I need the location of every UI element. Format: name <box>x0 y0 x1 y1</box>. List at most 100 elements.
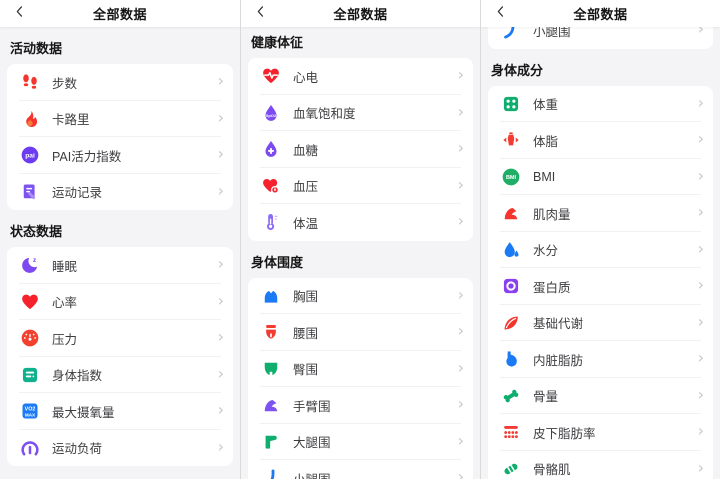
chevron-right-icon: › <box>457 138 464 158</box>
card-status: z 睡眠 › 心率 › 压力 › 身体指数 › VO2 MAX 最大摄氧量 › … <box>7 247 233 466</box>
section-title-body-composition: 身体成分 <box>491 62 544 78</box>
list-item-body-fat[interactable]: 体脂 › <box>488 122 713 159</box>
list-item-bmi[interactable]: BMI BMI › <box>488 159 713 196</box>
chevron-right-icon: › <box>217 71 224 91</box>
list-item-blood-pressure[interactable]: 血压 › <box>248 168 473 205</box>
thigh-icon <box>261 432 281 452</box>
list-item-hip[interactable]: 臀围 › <box>248 351 473 388</box>
svg-text:MAX: MAX <box>25 413 36 418</box>
chevron-right-icon: › <box>697 348 704 368</box>
list-item-glucose[interactable]: 血糖 › <box>248 131 473 168</box>
list-item-pai[interactable]: pai PAI活力指数 › <box>7 137 233 174</box>
back-button[interactable] <box>8 0 30 27</box>
list-item-heart-rate[interactable]: 心率 › <box>7 284 233 321</box>
list-item-spo2[interactable]: SpO2 血氧饱和度 › <box>248 95 473 132</box>
training-load-icon <box>20 438 40 458</box>
list-item-label: 体温 <box>293 216 319 231</box>
screen-body-composition: 全部数据 小腿围 › 身体成分 体重 › 体脂 › BMI BMI › 肌肉量 … <box>480 0 720 479</box>
list-item-label: 手臂围 <box>293 399 331 414</box>
list-item-label: 蛋白质 <box>533 280 571 295</box>
chevron-right-icon: › <box>217 327 224 347</box>
chevron-right-icon: › <box>457 211 464 231</box>
list-item-label: 骨量 <box>533 390 559 405</box>
spo2-drop-icon: SpO2 <box>261 103 281 123</box>
list-item-steps[interactable]: 步数 › <box>7 64 233 101</box>
chevron-right-icon: › <box>697 457 704 477</box>
chevron-right-icon: › <box>457 174 464 194</box>
blood-glucose-icon <box>261 139 281 159</box>
list-item-temperature[interactable]: 体温 › <box>248 204 473 241</box>
list-item-label: 步数 <box>52 76 78 91</box>
list-item-bone-mass[interactable]: 骨量 › <box>488 378 713 415</box>
chevron-right-icon: › <box>457 321 464 341</box>
list-item-arm[interactable]: 手臂围 › <box>248 387 473 424</box>
scroll-content: 健康体征 心电 › SpO2 血氧饱和度 › 血糖 › 血压 › 体温 › 身体… <box>241 32 480 479</box>
list-item-vo2max[interactable]: VO2 MAX 最大摄氧量 › <box>7 393 233 430</box>
steps-icon <box>20 72 40 92</box>
list-item-calories[interactable]: 卡路里 › <box>7 101 233 138</box>
list-item-thigh[interactable]: 大腿围 › <box>248 424 473 461</box>
list-item-label: 肌肉量 <box>533 207 571 222</box>
chevron-left-icon <box>494 5 507 23</box>
body-index-icon <box>20 365 40 385</box>
chevron-right-icon: › <box>217 144 224 164</box>
list-item-stress[interactable]: 压力 › <box>7 320 233 357</box>
list-item-label: 大腿围 <box>293 436 331 451</box>
chevron-right-icon: › <box>457 65 464 85</box>
body-fat-icon <box>501 130 521 150</box>
list-item-workout-record[interactable]: 运动记录 › <box>7 174 233 211</box>
chevron-right-icon: › <box>457 357 464 377</box>
chevron-left-icon <box>254 5 267 23</box>
list-item-sleep[interactable]: z 睡眠 › <box>7 247 233 284</box>
list-item-visceral-fat[interactable]: 内脏脂肪 › <box>488 341 713 378</box>
chevron-right-icon: › <box>697 384 704 404</box>
list-item-label: PAI活力指数 <box>52 149 122 164</box>
app-header: 全部数据 <box>0 0 240 27</box>
page-title: 全部数据 <box>333 7 388 22</box>
list-item-waist[interactable]: 腰围 › <box>248 314 473 351</box>
metabolism-leaf-icon <box>501 313 521 333</box>
chevron-right-icon: › <box>457 467 464 479</box>
app-header: 全部数据 <box>241 0 480 27</box>
heart-rate-icon <box>20 292 40 312</box>
list-item-label: 胸围 <box>293 290 319 305</box>
list-item-ecg[interactable]: 心电 › <box>248 58 473 95</box>
back-button[interactable] <box>249 0 271 27</box>
pai-badge-icon: pai <box>20 145 40 165</box>
muscle-icon <box>501 203 521 223</box>
card-body-composition: 体重 › 体脂 › BMI BMI › 肌肉量 › 水分 › 蛋白质 › 基础代… <box>488 85 713 479</box>
chevron-right-icon: › <box>457 394 464 414</box>
svg-text:BMI: BMI <box>506 175 517 181</box>
list-item-label: 臀围 <box>293 363 319 378</box>
calf-icon <box>261 468 281 479</box>
section-title-status: 状态数据 <box>10 224 63 239</box>
list-item-body-index[interactable]: 身体指数 › <box>7 357 233 394</box>
chevron-right-icon: › <box>697 421 704 441</box>
list-item-protein[interactable]: 蛋白质 › <box>488 268 713 305</box>
chevron-right-icon: › <box>217 363 224 383</box>
list-item-muscle-mass[interactable]: 肌肉量 › <box>488 195 713 232</box>
list-item-subcutaneous-fat[interactable]: 皮下脂肪率 › <box>488 414 713 451</box>
waist-icon <box>261 322 281 342</box>
list-item-weight[interactable]: 体重 › <box>488 86 713 123</box>
list-item-water[interactable]: 水分 › <box>488 232 713 269</box>
list-item-metabolism[interactable]: 基础代谢 › <box>488 305 713 342</box>
stress-gauge-icon <box>20 328 40 348</box>
hip-icon <box>261 359 281 379</box>
chevron-right-icon: › <box>697 311 704 331</box>
bone-mass-icon <box>501 386 521 406</box>
list-item-chest[interactable]: 胸围 › <box>248 278 473 315</box>
list-item-training-load[interactable]: 运动负荷 › <box>7 430 233 467</box>
scroll-content: 活动数据 步数 › 卡路里 › pai PAI活力指数 › 运动记录 › 状态数… <box>0 38 240 479</box>
chevron-right-icon: › <box>217 180 224 200</box>
back-button[interactable] <box>489 0 511 27</box>
list-item-label: 睡眠 <box>52 259 78 274</box>
list-item-label: 骨骼肌 <box>533 463 571 478</box>
list-item-skeletal-muscle[interactable]: 骨骼肌 › <box>488 451 713 479</box>
chevron-right-icon: › <box>697 92 704 112</box>
chevron-right-icon: › <box>217 107 224 127</box>
vo2max-badge-icon: VO2 MAX <box>20 401 40 421</box>
calories-flame-icon <box>20 109 40 129</box>
svg-text:pai: pai <box>25 153 35 160</box>
list-item-calf[interactable]: 小腿围 › <box>248 460 473 479</box>
